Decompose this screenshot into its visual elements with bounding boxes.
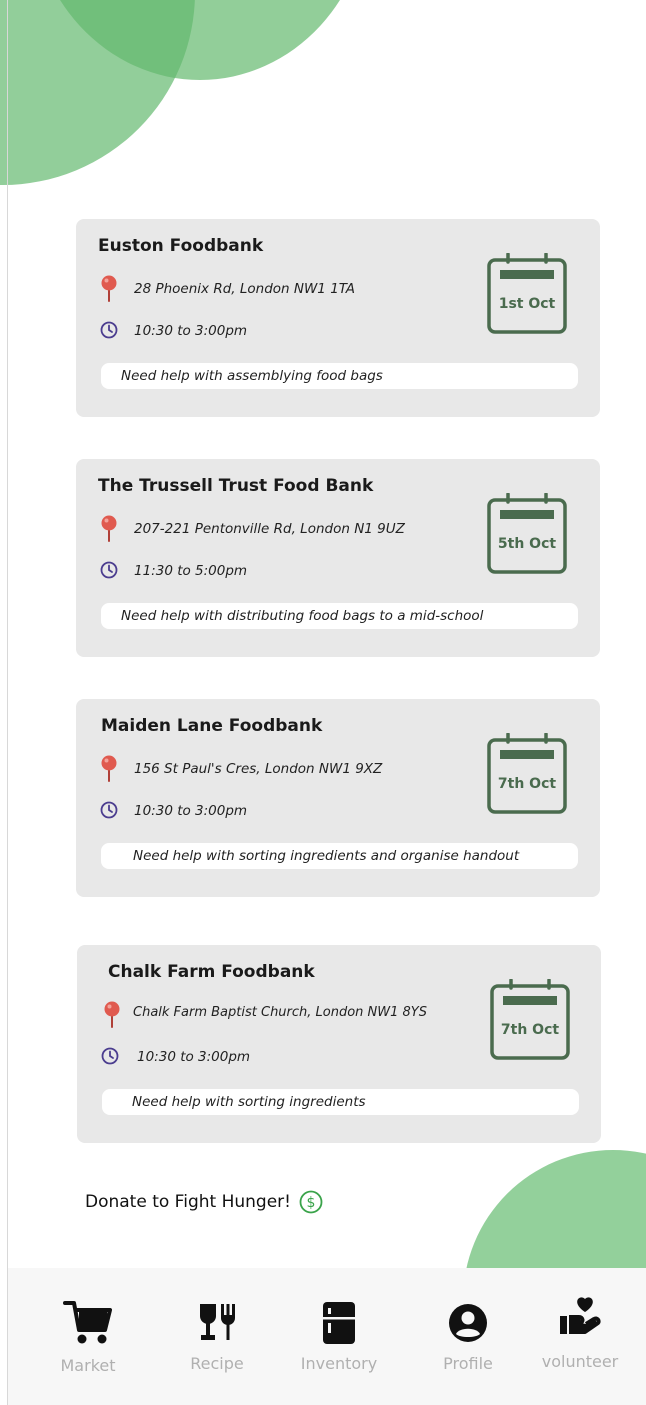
help-description: Need help with assemblying food bags (101, 363, 578, 389)
calendar-icon: 7th Oct (489, 978, 571, 1061)
event-time: 10:30 to 3:00pm (137, 1049, 251, 1065)
nav-item-profile[interactable]: Profile (413, 1268, 523, 1388)
event-address: 156 St Paul's Cres, London NW1 9XZ (134, 761, 383, 777)
event-address: 207-221 Pentonville Rd, London N1 9UZ (134, 521, 405, 537)
location-pin-icon (101, 275, 117, 302)
nav-label: volunteer (541, 1352, 619, 1371)
clock-icon (100, 801, 118, 819)
event-card[interactable]: Euston Foodbank 28 Phoenix Rd, London NW… (76, 219, 600, 417)
donate-label: Donate to Fight Hunger! (85, 1192, 291, 1212)
event-title: Maiden Lane Foodbank (101, 716, 323, 736)
location-pin-icon (104, 1001, 120, 1028)
help-description: Need help with sorting ingredients (102, 1089, 579, 1115)
location-pin-icon (101, 515, 117, 542)
bottom-navigation: Market Recipe Inventory Profile voluntee… (8, 1268, 646, 1405)
event-card[interactable]: Maiden Lane Foodbank 156 St Paul's Cres,… (76, 699, 600, 897)
screen-edge (7, 0, 8, 1405)
nav-label: Profile (443, 1354, 493, 1373)
fridge-icon (323, 1302, 355, 1344)
event-address: Chalk Farm Baptist Church, London NW1 8Y… (133, 1005, 427, 1020)
nav-item-market[interactable]: Market (33, 1268, 143, 1388)
dining-icon (200, 1304, 235, 1340)
dollar-circle-icon: $ (299, 1190, 323, 1214)
nav-item-inventory[interactable]: Inventory (284, 1268, 394, 1388)
nav-item-recipe[interactable]: Recipe (162, 1268, 272, 1388)
svg-text:$: $ (307, 1195, 316, 1211)
location-pin-icon (101, 755, 117, 782)
event-time: 10:30 to 3:00pm (134, 803, 248, 819)
event-date: 1st Oct (498, 296, 556, 312)
event-time: 10:30 to 3:00pm (134, 323, 248, 339)
help-description: Need help with sorting ingredients and o… (101, 843, 578, 869)
clock-icon (100, 321, 118, 339)
event-title: Chalk Farm Foodbank (108, 962, 315, 982)
donate-link[interactable]: Donate to Fight Hunger! $ (85, 1190, 323, 1214)
event-title: The Trussell Trust Food Bank (98, 476, 374, 496)
nav-label: Market (60, 1356, 116, 1375)
nav-label: Inventory (300, 1354, 378, 1373)
clock-icon (100, 561, 118, 579)
account-circle-icon (449, 1304, 487, 1342)
event-date: 5th Oct (497, 536, 557, 552)
nav-label: Recipe (190, 1354, 244, 1373)
shopping-cart-icon (63, 1301, 112, 1344)
clock-icon (101, 1047, 119, 1065)
volunteer-heart-hand-icon (560, 1297, 601, 1334)
app-screen: Euston Foodbank 28 Phoenix Rd, London NW… (0, 0, 646, 1405)
help-description: Need help with distributing food bags to… (101, 603, 578, 629)
event-address: 28 Phoenix Rd, London NW1 1TA (134, 281, 356, 297)
event-time: 11:30 to 5:00pm (134, 563, 248, 579)
nav-item-volunteer[interactable]: volunteer (525, 1268, 635, 1388)
event-card[interactable]: The Trussell Trust Food Bank 207-221 Pen… (76, 459, 600, 657)
calendar-icon: 5th Oct (486, 492, 568, 575)
calendar-icon: 1st Oct (486, 252, 568, 335)
event-title: Euston Foodbank (98, 236, 264, 256)
event-date: 7th Oct (500, 1022, 560, 1038)
event-date: 7th Oct (497, 776, 557, 792)
calendar-icon: 7th Oct (486, 732, 568, 815)
event-card[interactable]: Chalk Farm Foodbank Chalk Farm Baptist C… (77, 945, 601, 1143)
